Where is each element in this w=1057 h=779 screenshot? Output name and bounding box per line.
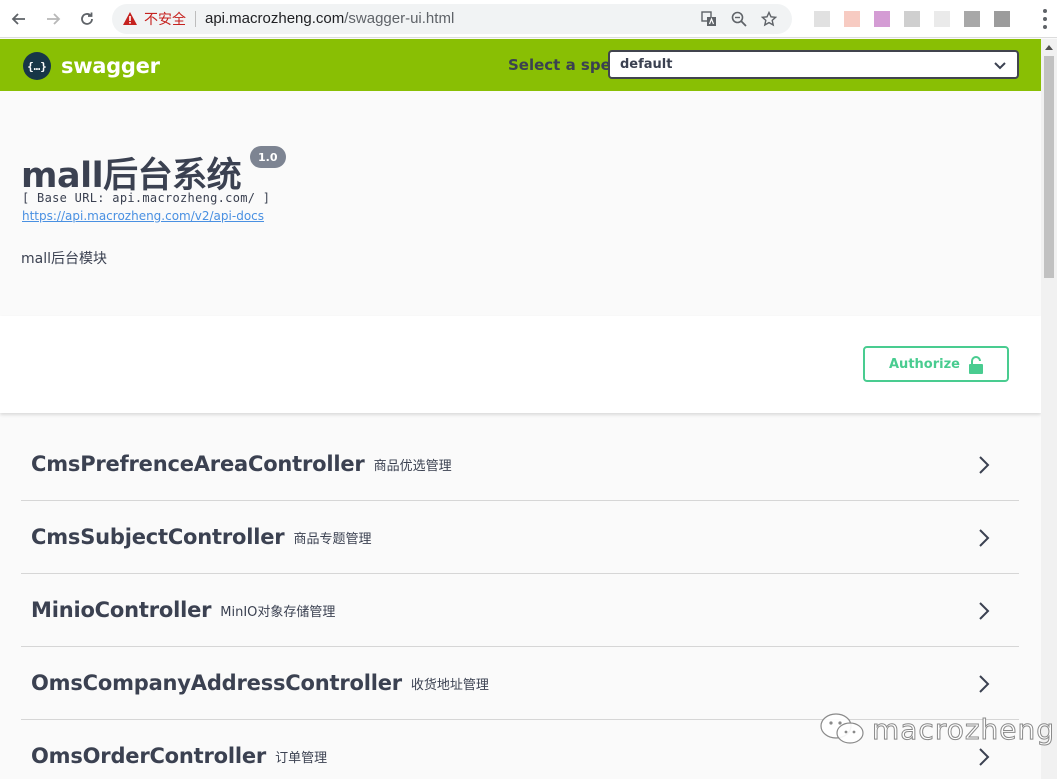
tag-name: CmsPrefrenceAreaController [31,452,365,476]
scroll-up-icon[interactable] [1041,39,1057,55]
authorize-button[interactable]: Authorize [863,346,1009,382]
api-docs-link[interactable]: https://api.macrozheng.com/v2/api-docs [22,209,264,223]
tag-description: 商品专题管理 [293,531,372,547]
bookmark-star-icon[interactable] [756,6,782,32]
tag-name: CmsSubjectController [31,525,285,549]
authorize-label: Authorize [889,356,960,372]
extension-icon[interactable] [814,11,830,27]
extension-icon[interactable] [934,11,950,27]
tag-description: MinIO对象存储管理 [220,604,336,620]
chevron-right-icon[interactable] [977,674,991,694]
chevron-right-icon[interactable] [977,528,991,548]
base-url: [ Base URL: api.macrozheng.com/ ] [22,191,271,205]
extension-icon[interactable] [994,11,1010,27]
arrow-left-icon [11,12,25,25]
tag-row[interactable]: CmsPrefrenceAreaController 商品优选管理 [21,428,1019,501]
back-button[interactable] [4,4,34,34]
address-bar[interactable]: 不安全 api.macrozheng.com/swagger-ui.html [112,3,792,34]
browser-toolbar: 不安全 api.macrozheng.com/swagger-ui.html [0,0,1057,38]
page-scrollbar[interactable] [1041,39,1057,779]
swagger-logo[interactable]: {…} swagger [23,52,160,80]
extension-icon[interactable] [874,11,890,27]
chevron-right-icon[interactable] [977,601,991,621]
extension-icon[interactable] [964,11,980,27]
swagger-topbar: {…} swagger Select a spec default [0,39,1041,91]
spec-select-value: default [620,57,673,72]
url-host: api.macrozheng.com [205,10,345,27]
watermark: macrozheng [818,711,1055,747]
lock-open-icon [969,356,983,374]
forward-button[interactable] [38,4,68,34]
scroll-thumb[interactable] [1044,56,1054,278]
tag-row[interactable]: OmsCompanyAddressController 收货地址管理 [21,647,1019,720]
chevron-right-icon[interactable] [977,455,991,475]
swagger-logo-text: swagger [61,54,160,78]
wechat-icon [820,713,864,744]
extension-icon[interactable] [904,11,920,27]
chevron-down-icon [994,61,1006,69]
insecure-label[interactable]: 不安全 [144,9,186,29]
select-spec-label: Select a spec [508,56,620,74]
watermark-text: macrozheng [871,712,1056,746]
tag-description: 商品优选管理 [373,458,452,474]
tag-description: 订单管理 [275,750,328,766]
url-text[interactable]: api.macrozheng.com/swagger-ui.html [205,10,692,27]
menu-kebab-icon[interactable] [1043,9,1047,29]
chevron-right-icon[interactable] [977,747,991,767]
api-info: mall后台系统 1.0 [ Base URL: api.macrozheng.… [0,91,1041,316]
tag-row[interactable]: MinioController MinIO对象存储管理 [21,574,1019,647]
zoom-icon[interactable] [726,6,752,32]
version-badge: 1.0 [250,146,286,168]
extensions-area [800,5,1057,33]
swagger-logo-icon: {…} [23,52,51,80]
tag-name: MinioController [31,598,212,622]
tag-description: 收货地址管理 [410,677,489,693]
tag-row[interactable]: CmsSubjectController 商品专题管理 [21,501,1019,574]
url-path: /swagger-ui.html [344,10,455,27]
svg-text:{…}: {…} [28,60,46,73]
translate-icon[interactable] [696,6,722,32]
extension-icon[interactable] [844,11,860,27]
spec-select[interactable]: default [608,50,1019,79]
warning-icon[interactable] [122,11,138,27]
tag-name: OmsOrderController [31,744,267,768]
reload-icon [81,12,93,25]
scheme-container: Authorize [0,316,1041,413]
address-divider [195,10,196,27]
reload-button[interactable] [72,4,102,34]
tag-name: OmsCompanyAddressController [31,671,402,695]
api-description: mall后台模块 [21,251,107,267]
arrow-right-icon [47,12,61,25]
